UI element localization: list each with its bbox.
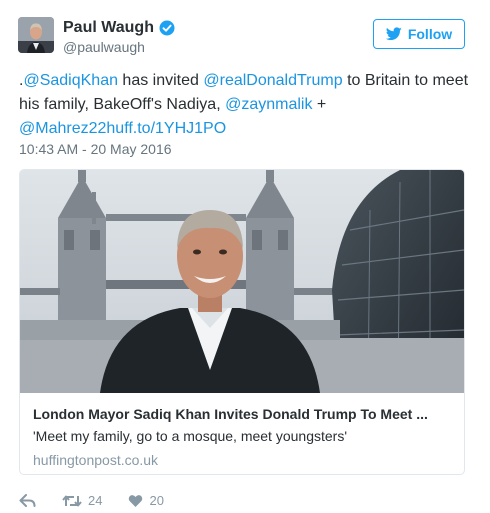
user-name-row: Paul Waugh (63, 19, 175, 37)
tweet-text-part: has invited (117, 72, 204, 89)
user-handle[interactable]: @paulwaugh (63, 39, 145, 55)
tweet-text-part: + (312, 96, 327, 113)
mention-zaynmalik[interactable]: @zaynmalik (225, 96, 312, 113)
heart-icon (128, 494, 143, 508)
twitter-bird-icon (385, 27, 402, 41)
mention-mahrez22[interactable]: @Mahrez22 (19, 120, 106, 137)
tweet-actions: 24 20 (19, 493, 190, 508)
display-name[interactable]: Paul Waugh (63, 19, 154, 37)
card-image (20, 170, 464, 393)
reply-button[interactable] (19, 493, 36, 508)
tweet-timestamp[interactable]: 10:43 AM - 20 May 2016 (19, 141, 172, 157)
reply-icon (19, 493, 36, 508)
avatar[interactable] (18, 17, 54, 53)
like-count: 20 (149, 493, 164, 508)
like-button[interactable]: 20 (128, 493, 164, 508)
card-title[interactable]: London Mayor Sadiq Khan Invites Donald T… (33, 406, 453, 422)
follow-button[interactable]: Follow (373, 19, 465, 49)
follow-label: Follow (407, 26, 453, 42)
mention-realdonaldtrump[interactable]: @realDonaldTrump (203, 72, 342, 89)
card-domain: huffingtonpost.co.uk (33, 452, 159, 468)
mention-sadiqkhan[interactable]: @SadiqKhan (23, 72, 118, 89)
tweet-link[interactable]: huff.to/1YHJ1PO (106, 120, 226, 137)
retweet-count: 24 (88, 493, 103, 508)
verified-badge-icon (159, 20, 175, 36)
card-description: 'Meet my family, go to a mosque, meet yo… (33, 428, 347, 444)
link-card[interactable]: London Mayor Sadiq Khan Invites Donald T… (19, 169, 465, 475)
embedded-tweet: Paul Waugh @paulwaugh Follow .@SadiqKhan… (0, 0, 490, 513)
tweet-text: .@SadiqKhan has invited @realDonaldTrump… (19, 69, 471, 141)
retweet-button[interactable]: 24 (62, 493, 102, 508)
retweet-icon (62, 494, 82, 508)
